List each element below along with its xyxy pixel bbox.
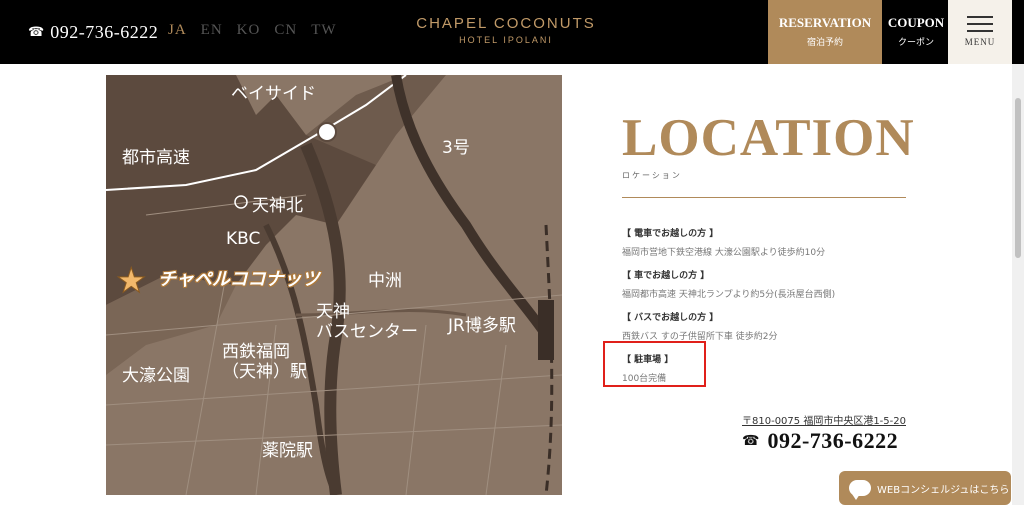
map-label-toshi-kosoku: 都市高速 [122,148,190,168]
chapel-star-icon: ★ [115,261,147,302]
access-car-heading: 【 車でお越しの方 】 [622,271,710,281]
coupon-label: COUPON [887,15,945,30]
coupon-button[interactable]: COUPON クーポン [884,0,948,64]
location-phone-number[interactable]: 092-736-6222 [767,428,898,454]
map-label-chapel: チャペルココナッツ [158,269,320,290]
location-divider [622,197,906,198]
map-label-tenjin-kita: 天神北 [252,196,303,216]
map-label-bayside: ベイサイド [231,84,316,104]
coupon-sub-label: クーポン [897,38,934,48]
map-label-yakuin: 薬院駅 [262,441,313,461]
reservation-sub-label: 宿泊予約 [806,38,843,48]
scrollbar-thumb[interactable] [1015,98,1021,258]
web-concierge-button[interactable]: WEBコンシェルジュはこちら [839,471,1011,505]
location-title: LOCATION [622,109,915,167]
location-phone[interactable]: ☎ 092-736-6222 [742,428,898,454]
site-header: ☎ 092-736-6222 JA EN KO CN TW CHAPEL COC… [0,0,1024,64]
web-concierge-label: WEBコンシェルジュはこちら [877,484,1010,496]
reservation-button[interactable]: RESERVATION 宿泊予約 [768,0,882,64]
page-scrollbar[interactable] [1012,64,1024,505]
map-label-jr-hakata: JR博多駅 [448,316,516,336]
parking-highlight-box [603,341,706,387]
map-label-ohori: 大濠公園 [122,366,190,386]
map-label-tenjin-bus-center: 天神 バスセンター [316,302,418,342]
access-car-body: 福岡都市高速 天神北ランプより約5分(長浜屋台西側) [622,290,836,300]
hamburger-icon [967,16,993,32]
location-subtitle: ロケーション [622,171,682,180]
map-label-nakasu: 中洲 [368,271,402,291]
map-label-nishitetsu: 西鉄福岡 （天神）駅 [222,342,307,382]
menu-button[interactable]: MENU [948,0,1012,64]
phone-icon: ☎ [742,433,760,449]
address-link[interactable]: 〒810-0075 福岡市中央区港1-5-20 [742,412,906,427]
access-map: ベイサイド 都市高速 3号 天神北 KBC ★ チャペルココナッツ 中洲 天神 … [106,75,562,495]
access-train-body: 福岡市営地下鉄空港線 大濠公園駅より徒歩約10分 [622,248,826,258]
menu-label: MENU [964,37,996,47]
chat-bubble-icon [849,480,871,500]
access-car: 【 車でお越しの方 】 福岡都市高速 天神北ランプより約5分(長浜屋台西側) [622,268,912,300]
reservation-label: RESERVATION [778,15,872,30]
access-train-heading: 【 電車でお越しの方 】 [622,229,719,239]
map-label-route3: 3号 [442,138,470,158]
access-train: 【 電車でお越しの方 】 福岡市営地下鉄空港線 大濠公園駅より徒歩約10分 [622,226,912,258]
access-bus: 【 バスでお越しの方 】 西鉄バス すの子供留所下車 徒歩約2分 [622,310,912,342]
access-bus-heading: 【 バスでお越しの方 】 [622,313,719,323]
map-label-kbc: KBC [226,229,261,249]
